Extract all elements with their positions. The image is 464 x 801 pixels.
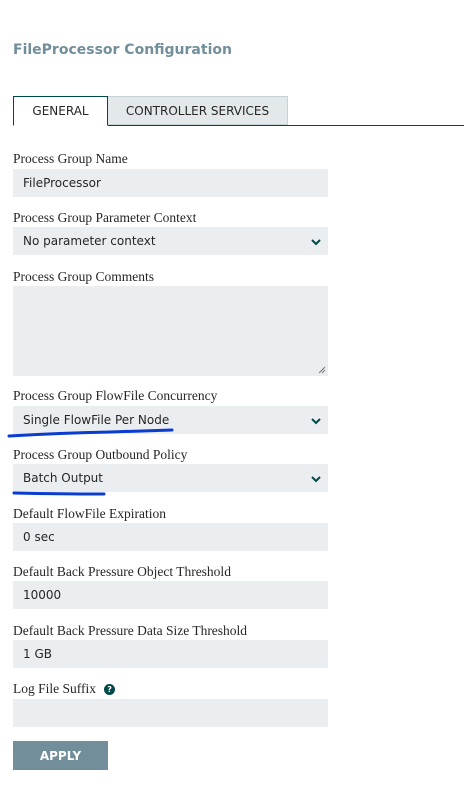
comments-textarea[interactable] [13,286,328,376]
bp-size-threshold-input[interactable]: 1 GB [13,640,328,668]
bp-size-threshold-label: Default Back Pressure Data Size Threshol… [13,623,248,638]
flowfile-concurrency-value: Single FlowFile Per Node [23,413,170,427]
group-name-input[interactable]: FileProcessor [13,169,328,197]
flowfile-expiration-label: Default FlowFile Expiration [13,506,166,521]
bp-object-threshold-label: Default Back Pressure Object Threshold [13,564,231,579]
log-file-suffix-text: Log File Suffix [13,681,97,696]
flowfile-expiration-input[interactable]: 0 sec [13,523,328,551]
resize-handle-icon[interactable] [318,366,326,374]
help-icon[interactable]: ? [104,683,116,695]
page-title: FileProcessor Configuration [13,42,232,58]
outbound-policy-value: Batch Output [23,471,103,485]
outbound-policy-select[interactable]: Batch Output [13,464,328,492]
flowfile-concurrency-select[interactable]: Single FlowFile Per Node [13,406,328,434]
comments-label: Process Group Comments [13,269,154,284]
chevron-down-icon [311,239,321,246]
chevron-down-icon [311,418,321,425]
tab-bar: GENERAL CONTROLLER SERVICES [0,96,464,126]
parameter-context-select[interactable]: No parameter context [13,227,328,255]
parameter-context-label: Process Group Parameter Context [13,210,197,225]
log-file-suffix-label: Log File Suffix ? [13,681,116,697]
outbound-policy-label: Process Group Outbound Policy [13,447,188,462]
flowfile-concurrency-label: Process Group FlowFile Concurrency [13,388,218,403]
log-file-suffix-input[interactable] [13,699,328,727]
parameter-context-value: No parameter context [23,234,156,248]
apply-button[interactable]: APPLY [13,741,108,770]
tab-controller-services[interactable]: CONTROLLER SERVICES [108,96,288,125]
group-name-label: Process Group Name [13,151,128,166]
tab-general[interactable]: GENERAL [13,96,108,126]
bp-object-threshold-input[interactable]: 10000 [13,581,328,609]
chevron-down-icon [311,476,321,483]
